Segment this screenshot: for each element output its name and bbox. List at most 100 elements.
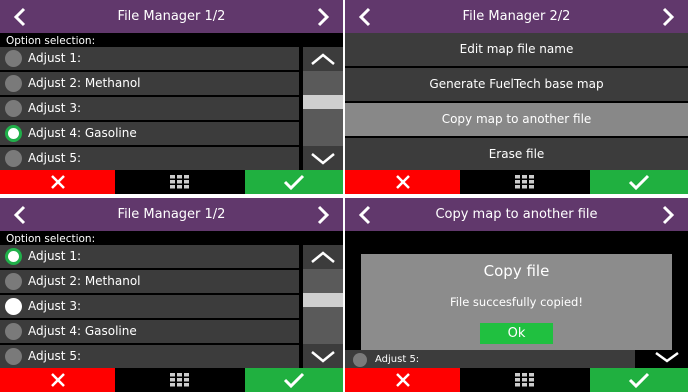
home-button[interactable] [460,170,590,194]
x-icon [395,373,410,387]
list-item: Adjust 5: [345,350,635,368]
header-bar: Copy map to another file [345,198,688,231]
option-label: Adjust 5: [375,354,420,365]
check-icon [628,372,650,388]
grid-icon [170,373,189,387]
header-bar: File Manager 1/2 [0,198,343,231]
radio-icon [5,50,22,67]
option-label: Adjust 5: [28,349,82,363]
scroll-up-button[interactable] [303,47,343,71]
home-button[interactable] [115,368,245,392]
cancel-button[interactable] [345,170,460,194]
option-row-adjust2[interactable]: Adjust 2: Methanol [0,72,299,95]
check-icon [628,174,650,190]
confirm-button[interactable] [245,368,343,392]
option-selection-label: Option selection: [6,233,96,245]
edit-map-file-name-button[interactable]: Edit map file name [345,33,688,66]
chevron-left-icon[interactable] [355,204,377,226]
scroll-thumb[interactable] [303,95,343,109]
dialog-message: File succesfully copied! [450,295,583,309]
erase-file-button[interactable]: Erase file [345,138,688,171]
chevron-left-icon[interactable] [10,204,32,226]
grid-icon [515,175,534,189]
scrollbar[interactable] [303,47,343,170]
radio-checked-icon [5,248,22,265]
chevron-right-icon[interactable] [656,6,678,28]
home-button[interactable] [115,170,245,194]
page-title: File Manager 1/2 [117,207,226,222]
option-label: Adjust 1: [28,249,82,263]
option-selection-label: Option selection: [6,35,96,47]
copy-map-button[interactable]: Copy map to another file [345,103,688,136]
radio-icon [5,323,22,340]
ok-button[interactable]: Ok [480,323,553,344]
header-bar: File Manager 1/2 [0,0,343,33]
page-title: File Manager 2/2 [462,9,571,24]
chevron-down-icon [311,153,335,165]
scroll-down-button[interactable] [303,344,343,368]
chevron-down-icon [311,351,335,363]
chevron-up-icon [311,53,335,65]
x-icon [50,175,65,189]
file-manager-page1-screen: File Manager 1/2 Option selection: Adjus… [0,0,343,194]
option-label: Adjust 4: Gasoline [28,324,137,338]
option-row-adjust3[interactable]: Adjust 3: [0,97,299,120]
bottom-bar [0,170,343,194]
chevron-right-icon[interactable] [311,6,333,28]
check-icon [283,372,305,388]
radio-icon [5,348,22,365]
radio-icon [5,100,22,117]
scroll-down-button [646,350,688,368]
option-row-adjust4[interactable]: Adjust 4: Gasoline [0,320,299,343]
chevron-down-icon [655,351,679,363]
option-row-adjust1[interactable]: Adjust 1: [0,245,299,268]
cancel-button[interactable] [0,170,115,194]
scroll-thumb[interactable] [303,293,343,307]
x-icon [50,373,65,387]
option-row-adjust5[interactable]: Adjust 5: [0,345,299,368]
confirm-button[interactable] [590,368,688,392]
confirm-button[interactable] [590,170,688,194]
generate-base-map-button[interactable]: Generate FuelTech base map [345,68,688,101]
cancel-button[interactable] [345,368,460,392]
chevron-up-icon [311,251,335,263]
option-row-adjust5[interactable]: Adjust 5: [0,147,299,170]
option-row-adjust2[interactable]: Adjust 2: Methanol [0,270,299,293]
scroll-down-button[interactable] [303,146,343,170]
scroll-up-button[interactable] [303,245,343,269]
copy-file-dialog: Copy file File succesfully copied! Ok [361,254,672,350]
grid-icon [170,175,189,189]
option-row-adjust3[interactable]: Adjust 3: [0,295,299,318]
bottom-bar [0,368,343,392]
chevron-left-icon[interactable] [10,6,32,28]
radio-icon [5,75,22,92]
x-icon [395,175,410,189]
file-manager-page2-screen: File Manager 2/2 Edit map file name Gene… [345,0,688,194]
scrollbar[interactable] [303,245,343,368]
chevron-left-icon[interactable] [355,6,377,28]
option-label: Adjust 2: Methanol [28,76,141,90]
option-row-adjust1[interactable]: Adjust 1: [0,47,299,70]
radio-icon [5,150,22,167]
radio-checked-icon [5,125,22,142]
option-row-adjust4[interactable]: Adjust 4: Gasoline [0,122,299,145]
cancel-button[interactable] [0,368,115,392]
grid-icon [515,373,534,387]
file-manager-page1-target-screen: File Manager 1/2 Option selection: Adjus… [0,198,343,392]
home-button[interactable] [460,368,590,392]
option-label: Adjust 2: Methanol [28,274,141,288]
confirm-button[interactable] [245,170,343,194]
option-label: Adjust 3: [28,101,82,115]
bottom-bar [345,170,688,194]
check-icon [283,174,305,190]
page-title: File Manager 1/2 [117,9,226,24]
copy-map-confirmation-screen: Copy map to another file Adjust 5: Copy … [345,198,688,392]
dialog-title: Copy file [483,262,550,280]
bottom-bar [345,368,688,392]
chevron-right-icon[interactable] [311,204,333,226]
header-bar: File Manager 2/2 [345,0,688,33]
option-label: Adjust 3: [28,299,82,313]
option-label: Adjust 1: [28,51,82,65]
chevron-right-icon[interactable] [656,204,678,226]
radio-icon [5,273,22,290]
